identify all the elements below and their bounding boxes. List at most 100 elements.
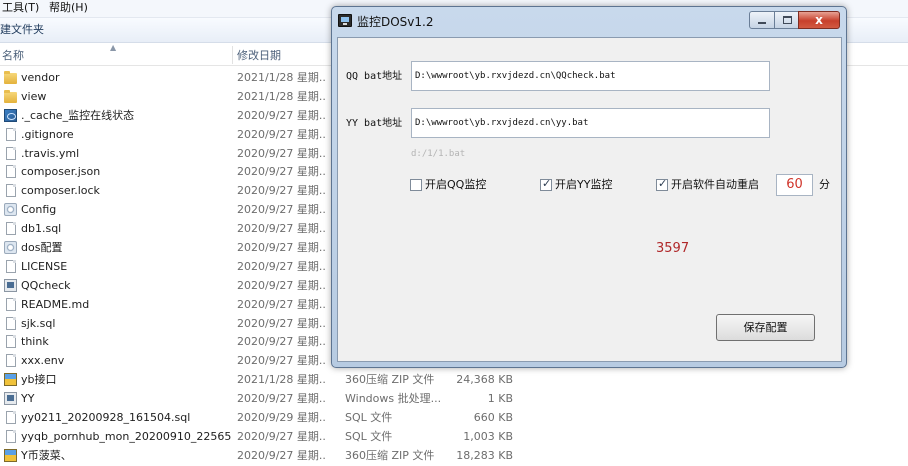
maximize-button[interactable] (774, 11, 799, 29)
file-name: composer.lock (21, 184, 100, 198)
monitor-dos-dialog: 监控DOSv1.2 x QQ bat地址 D:\wwwroot\yb.rxvjd… (331, 6, 847, 368)
file-date: 2020/9/27 星期... (237, 278, 325, 292)
column-divider[interactable] (232, 46, 233, 64)
menu-help[interactable]: 帮助(H) (49, 1, 88, 15)
file-icon (6, 411, 16, 425)
file-icon (6, 429, 16, 443)
file-name: .travis.yml (21, 146, 80, 160)
file-icon (6, 146, 16, 160)
file-date: 2020/9/27 星期... (237, 429, 325, 443)
file-name: .gitignore (21, 127, 74, 141)
dialog-title-bar[interactable]: 监控DOSv1.2 x (332, 7, 846, 37)
file-row[interactable]: yyqb_pornhub_mon_20200910_22565... 2020/9… (0, 427, 908, 446)
file-date: 2020/9/27 星期... (237, 165, 325, 179)
file-type: SQL 文件 (345, 429, 393, 443)
file-size: 1 KB (487, 392, 513, 406)
file-name: Y币菠菜、 (21, 448, 72, 462)
zip-icon (4, 448, 17, 462)
batch-icon (4, 392, 17, 406)
file-date: 2020/9/27 星期... (237, 222, 325, 236)
file-name: think (21, 335, 49, 349)
maximize-icon (783, 16, 792, 24)
file-name: README.md (21, 297, 90, 311)
file-name: sjk.sql (21, 316, 56, 330)
checkbox-box: ✓ (540, 177, 552, 191)
file-icon (6, 259, 16, 273)
column-date-header[interactable]: 修改日期 (237, 49, 281, 62)
yy-bat-label: YY bat地址 (346, 118, 403, 129)
file-date: 2021/1/28 星期... (237, 373, 325, 387)
file-name: view (21, 89, 47, 103)
file-row[interactable]: yy0211_20200928_161504.sql 2020/9/29 星期..… (0, 408, 908, 427)
file-date: 2020/9/27 星期... (237, 241, 325, 255)
file-type: SQL 文件 (345, 411, 393, 425)
file-type: 360压缩 ZIP 文件 (345, 448, 435, 462)
file-icon (6, 335, 16, 349)
file-name: ._cache_监控在线状态 (21, 108, 135, 122)
column-name-header[interactable]: 名称 (2, 49, 24, 62)
file-name: YY (21, 392, 35, 406)
qq-monitor-label: 开启QQ监控 (425, 178, 487, 191)
path-hint: d:/1/1.bat (411, 149, 466, 159)
file-name: xxx.env (21, 354, 65, 368)
checkbox-box: ✓ (656, 177, 668, 191)
countdown-counter: 3597 (656, 241, 690, 256)
file-date: 2020/9/27 星期... (237, 146, 325, 160)
file-name: db1.sql (21, 222, 62, 236)
config-icon (4, 241, 17, 255)
qq-bat-path-input[interactable]: D:\wwwroot\yb.rxvjdezd.cn\QQcheck.bat (411, 61, 770, 91)
app-icon (338, 14, 352, 27)
file-date: 2020/9/27 星期... (237, 184, 325, 198)
folder-icon (4, 71, 17, 84)
yy-bat-path-input[interactable]: D:\wwwroot\yb.rxvjdezd.cn\yy.bat (411, 108, 770, 138)
file-size: 18,283 KB (456, 448, 513, 462)
file-row[interactable]: YY 2020/9/27 星期... Windows 批处理... 1 KB (0, 389, 908, 408)
file-name: yyqb_pornhub_mon_20200910_22565... (21, 429, 231, 443)
file-row[interactable]: Y币菠菜、 2020/9/27 星期... 360压缩 ZIP 文件 18,283 K… (0, 446, 908, 465)
dialog-body: QQ bat地址 D:\wwwroot\yb.rxvjdezd.cn\QQche… (337, 37, 842, 362)
close-icon: x (815, 13, 823, 27)
folder-icon (4, 89, 17, 103)
config-icon (4, 203, 17, 217)
file-icon (6, 354, 16, 368)
file-date: 2020/9/27 星期... (237, 297, 325, 311)
qq-bat-label: QQ bat地址 (346, 71, 403, 82)
sort-ascending-icon: ▲ (110, 43, 117, 52)
file-icon (6, 127, 16, 141)
file-date: 2020/9/27 星期... (237, 392, 325, 406)
close-button[interactable]: x (798, 11, 840, 29)
file-name: Config (21, 203, 57, 217)
file-row[interactable]: yb接口 2021/1/28 星期... 360压缩 ZIP 文件 24,368 KB (0, 370, 908, 389)
minutes-unit-label: 分 (819, 178, 830, 191)
file-date: 2020/9/27 星期... (237, 316, 325, 330)
checkmark-icon: ✓ (542, 177, 552, 190)
restart-minutes-input[interactable]: 60 (776, 174, 813, 196)
minimize-button[interactable] (749, 11, 775, 29)
save-config-button[interactable]: 保存配置 (716, 314, 815, 341)
file-type: 360压缩 ZIP 文件 (345, 373, 435, 387)
auto-restart-label: 开启软件自动重启 (671, 178, 759, 191)
file-date: 2020/9/27 星期... (237, 448, 325, 462)
file-icon (6, 297, 16, 311)
file-name: QQcheck (21, 278, 71, 292)
menu-tools[interactable]: 工具(T) (2, 1, 39, 15)
new-folder-button[interactable]: 建文件夹 (0, 23, 44, 37)
checkbox-box (410, 179, 422, 191)
file-name: composer.json (21, 165, 101, 179)
yy-monitor-label: 开启YY监控 (555, 178, 613, 191)
file-date: 2020/9/27 星期... (237, 354, 325, 368)
file-date: 2020/9/27 星期... (237, 108, 325, 122)
file-name: yy0211_20200928_161504.sql (21, 411, 191, 425)
file-size: 1,003 KB (463, 429, 513, 443)
dialog-title: 监控DOSv1.2 (357, 15, 434, 29)
file-icon (6, 184, 16, 198)
file-name: yb接口 (21, 373, 57, 387)
file-size: 24,368 KB (456, 373, 513, 387)
file-date: 2020/9/27 星期... (237, 203, 325, 217)
cache-icon (4, 108, 17, 122)
file-date: 2021/1/28 星期... (237, 89, 325, 103)
file-name: LICENSE (21, 259, 68, 273)
file-name: dos配置 (21, 241, 63, 255)
file-name: vendor (21, 71, 60, 84)
minimize-icon (758, 22, 766, 24)
